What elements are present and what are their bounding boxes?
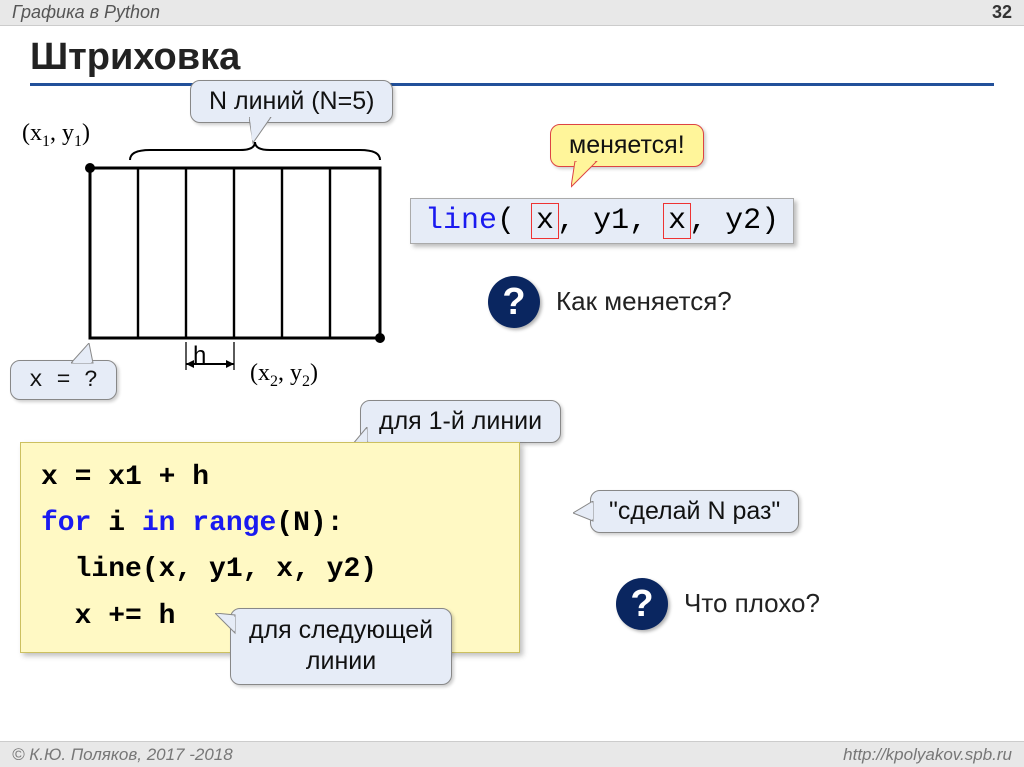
question-icon: ?: [616, 578, 668, 630]
question-1: Как меняется?: [556, 286, 732, 317]
callout-n-lines: N линий (N=5): [190, 80, 393, 123]
highlighted-x2: x: [663, 203, 691, 239]
callout-tail-icon: [571, 161, 601, 191]
header: Графика в Python 32: [0, 0, 1024, 26]
label-h: h: [193, 342, 206, 370]
question-2: Что плохо?: [684, 588, 820, 619]
callout-tail-icon: [71, 343, 99, 365]
highlighted-x1: x: [531, 203, 559, 239]
footer: © К.Ю. Поляков, 2017 -2018 http://kpolya…: [0, 741, 1024, 767]
header-subject: Графика в Python: [12, 2, 160, 23]
footer-url: http://kpolyakov.spb.ru: [843, 745, 1012, 765]
slide-body: N линий (N=5) (x1, y1) h (x2, y2: [0, 86, 1024, 746]
callout-tail-icon: [573, 501, 595, 523]
page-number: 32: [992, 2, 1012, 23]
callout-next-line: для следующей линии: [230, 608, 452, 685]
callout-do-n-times: "сделай N раз": [590, 490, 799, 533]
coord-bottom-right: (x2, y2): [250, 360, 318, 391]
question-icon: ?: [488, 276, 540, 328]
code-line-call: line( x, y1, x, y2): [410, 198, 794, 244]
page-title: Штриховка: [0, 26, 1024, 79]
hatching-diagram: [50, 136, 390, 386]
callout-changes: меняется!: [550, 124, 704, 167]
callout-first-line: для 1-й линии: [360, 400, 561, 443]
callout-tail-icon: [215, 613, 237, 635]
callout-x-question: x = ?: [10, 360, 117, 400]
footer-copyright: © К.Ю. Поляков, 2017 -2018: [12, 745, 233, 765]
